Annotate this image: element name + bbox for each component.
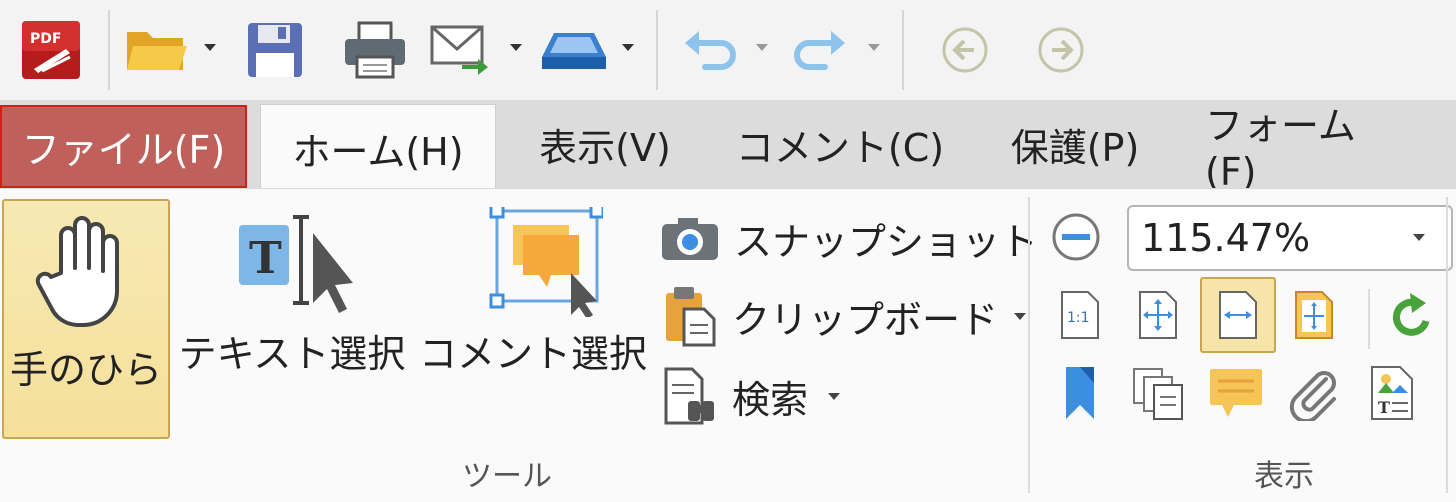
fit-width-button[interactable] <box>1200 277 1276 353</box>
text-select-label: テキスト選択 <box>178 332 406 376</box>
toolbar-separator <box>902 10 904 90</box>
app-logo-text: PDF <box>30 31 61 47</box>
comment-icon <box>1210 369 1262 417</box>
group-separator <box>1446 197 1448 493</box>
fit-page-button[interactable] <box>1128 285 1188 345</box>
snapshot-button[interactable]: スナップショット <box>660 211 1038 266</box>
zoom-out-button[interactable] <box>1046 207 1106 267</box>
rotate-icon <box>1392 293 1430 336</box>
text-select-icon: T <box>239 215 353 313</box>
hand-tool-label: 手のひら <box>9 348 162 392</box>
toolbar-separator <box>108 10 110 90</box>
tab-comment[interactable]: コメント(C) <box>735 100 945 188</box>
scan-dropdown-icon[interactable] <box>622 44 634 51</box>
tab-view[interactable]: 表示(V) <box>520 100 690 188</box>
pages-panel-button[interactable] <box>1128 363 1188 423</box>
clipboard-icon <box>666 287 716 347</box>
fit-page-icon <box>1139 291 1177 339</box>
fit-width-icon <box>1219 291 1257 339</box>
hand-icon <box>35 216 119 327</box>
group-separator <box>1028 197 1030 493</box>
email-dropdown-icon[interactable] <box>510 44 522 51</box>
search-label: 検索 <box>732 377 809 422</box>
undo-icon[interactable] <box>676 14 742 86</box>
svg-text:T: T <box>249 233 282 284</box>
clipboard-dropdown-icon[interactable] <box>1014 312 1027 320</box>
back-icon[interactable] <box>932 14 998 86</box>
paperclip-icon <box>1289 371 1336 421</box>
actual-size-text: 1:1 <box>1067 310 1090 326</box>
rotate-view-button[interactable] <box>1382 287 1442 347</box>
open-folder-icon[interactable] <box>122 14 192 86</box>
bookmark-icon <box>1066 367 1094 419</box>
content-icon: T <box>1371 366 1413 420</box>
redo-icon[interactable] <box>788 14 854 86</box>
bookmarks-button[interactable] <box>1050 363 1110 423</box>
tools-group-label: ツール <box>462 459 552 494</box>
email-icon[interactable] <box>424 14 498 86</box>
forward-icon[interactable] <box>1028 14 1094 86</box>
tab-protect[interactable]: 保護(P) <box>990 100 1160 188</box>
comment-select-button[interactable]: コメント選択 <box>419 207 648 378</box>
fit-visible-icon <box>1295 291 1333 339</box>
comment-select-label: コメント選択 <box>419 332 648 376</box>
tab-form[interactable]: フォーム(F) <box>1205 100 1405 194</box>
save-icon[interactable] <box>240 14 310 86</box>
quick-access-toolbar: PDF <box>0 0 1456 100</box>
app-logo-icon[interactable]: PDF <box>16 14 86 86</box>
content-panel-button[interactable]: T <box>1362 363 1422 423</box>
zoom-level-input[interactable]: 115.47% <box>1127 205 1453 271</box>
text-select-button[interactable]: T テキスト選択 <box>176 207 408 378</box>
svg-text:T: T <box>1378 398 1390 417</box>
camera-icon <box>662 217 718 260</box>
search-icon <box>664 367 714 425</box>
tab-home[interactable]: ホーム(H) <box>260 104 496 192</box>
tab-file[interactable]: ファイル(F) <box>0 105 247 188</box>
view-group-label: 表示 <box>1254 459 1314 494</box>
snapshot-label: スナップショット <box>734 220 1039 264</box>
zoom-level-value: 115.47% <box>1141 216 1311 260</box>
actual-size-button[interactable]: 1:1 <box>1050 285 1110 345</box>
scan-icon[interactable] <box>534 14 614 86</box>
undo-dropdown-icon[interactable] <box>756 44 768 51</box>
ribbon-tab-bar: ファイル(F) ホーム(H) 表示(V) コメント(C) 保護(P) フォーム(… <box>0 100 1456 194</box>
comments-panel-button[interactable] <box>1206 363 1266 423</box>
clipboard-label: クリップボード <box>732 297 999 342</box>
search-button[interactable]: 検索 <box>662 365 841 427</box>
attachments-panel-button[interactable] <box>1284 363 1344 423</box>
redo-dropdown-icon[interactable] <box>868 44 880 51</box>
print-icon[interactable] <box>338 14 412 86</box>
hand-tool-button[interactable]: 手のひら <box>2 199 170 439</box>
search-dropdown-icon[interactable] <box>828 392 841 400</box>
open-dropdown-icon[interactable] <box>204 44 216 51</box>
zoom-out-icon <box>1052 213 1100 261</box>
pages-icon <box>1133 368 1183 420</box>
ribbon-home-panel: 手のひら T テキスト選択 コメント選択 スナップショット クリップボード 検索… <box>0 188 1456 502</box>
fit-visible-button[interactable] <box>1284 285 1344 345</box>
comment-select-icon <box>489 207 603 317</box>
view-separator <box>1368 289 1370 349</box>
zoom-dropdown-icon[interactable] <box>1413 234 1425 241</box>
actual-size-icon: 1:1 <box>1061 291 1099 339</box>
toolbar-separator <box>656 10 658 90</box>
clipboard-button[interactable]: クリップボード <box>662 285 1027 347</box>
